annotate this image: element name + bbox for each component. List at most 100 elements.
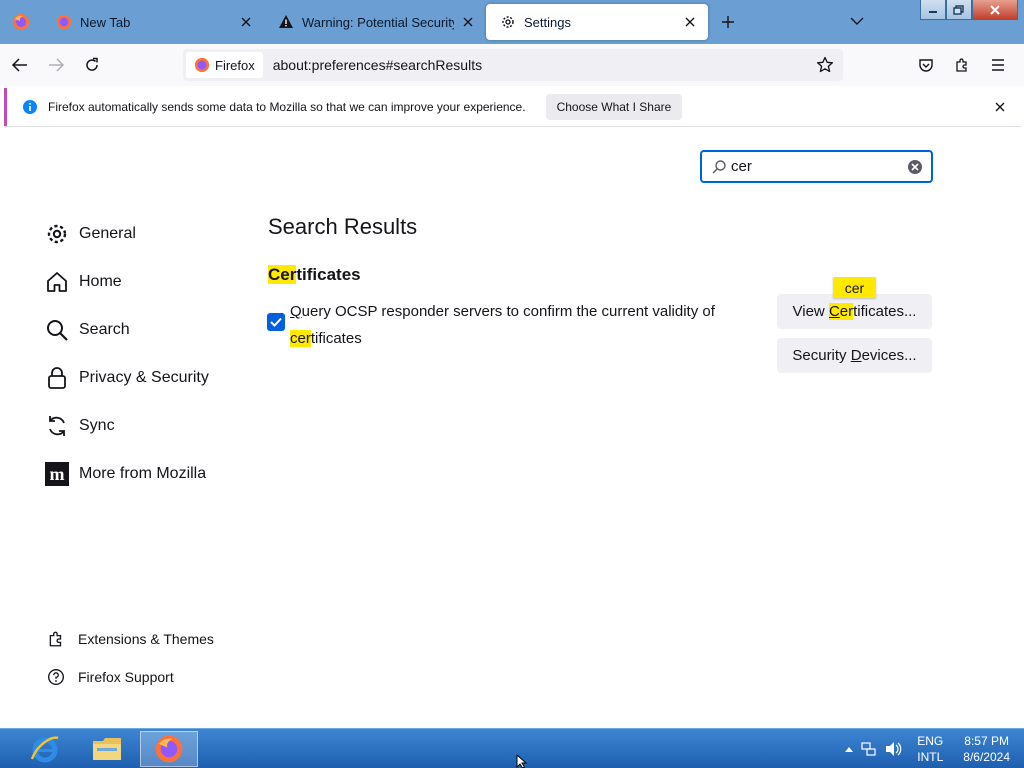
identity-label: Firefox	[215, 57, 255, 73]
sidebar-item-label: Home	[79, 273, 122, 290]
new-tab-button[interactable]	[708, 4, 748, 40]
input-language[interactable]: ENG INTL	[917, 733, 943, 765]
sidebar-item-more-from-mozilla[interactable]: m More from Mozilla	[44, 450, 244, 498]
firefox-logo-icon	[13, 14, 29, 30]
search-highlight: cer	[290, 330, 311, 347]
mouse-cursor-icon	[516, 755, 528, 768]
search-icon	[712, 159, 726, 173]
sidebar-item-label: Privacy & Security	[79, 369, 209, 386]
puzzle-icon	[46, 629, 66, 649]
sidebar-item-privacy[interactable]: Privacy & Security	[44, 354, 244, 402]
extensions-button[interactable]	[946, 49, 978, 81]
sidebar-item-extensions-themes[interactable]: Extensions & Themes	[46, 620, 246, 658]
checkmark-icon	[270, 317, 282, 327]
sidebar-item-label: Firefox Support	[78, 669, 174, 685]
lock-icon	[44, 365, 70, 391]
close-icon[interactable]	[992, 99, 1008, 115]
close-icon	[990, 4, 1000, 15]
close-icon[interactable]	[460, 14, 476, 30]
certificates-section-title: Certificates	[268, 265, 361, 284]
volume-icon[interactable]	[885, 741, 903, 757]
windows-taskbar: ENG INTL 8:57 PM 8/6/2024	[0, 728, 1024, 768]
warning-icon	[279, 15, 293, 28]
sidebar-item-label: Sync	[79, 417, 115, 434]
svg-text:m: m	[50, 464, 65, 484]
toolbar-right	[906, 49, 1014, 81]
reload-icon	[86, 57, 98, 71]
sidebar-item-sync[interactable]: Sync	[44, 402, 244, 450]
sidebar-item-firefox-support[interactable]: Firefox Support	[46, 658, 246, 696]
close-icon[interactable]	[238, 14, 254, 30]
security-devices-button[interactable]: Security Devices...	[777, 338, 932, 373]
maximize-button[interactable]	[946, 0, 972, 20]
chevron-up-icon	[845, 747, 854, 752]
sidebar-item-label: More from Mozilla	[79, 465, 207, 482]
forward-button[interactable]	[40, 49, 72, 81]
reload-button[interactable]	[76, 49, 108, 81]
pocket-button[interactable]	[910, 49, 942, 81]
close-window-button[interactable]	[972, 0, 1018, 20]
data-collection-notification: Firefox automatically sends some data to…	[4, 88, 1022, 126]
close-icon[interactable]	[682, 14, 698, 30]
ocsp-checkbox[interactable]	[267, 313, 285, 331]
sidebar-item-home[interactable]: Home	[44, 258, 244, 306]
ocsp-checkbox-row: Query OCSP responder servers to confirm …	[267, 298, 737, 352]
navigation-toolbar: Firefox about:preferences#searchResults	[0, 44, 1024, 86]
arrow-left-icon	[11, 58, 27, 72]
puzzle-icon	[956, 58, 967, 72]
hamburger-menu-icon	[992, 59, 1004, 71]
identity-box[interactable]: Firefox	[186, 52, 263, 78]
internet-explorer-icon	[30, 736, 59, 763]
view-certificates-button[interactable]: View Cer tificates...	[777, 294, 932, 329]
back-button[interactable]	[4, 49, 36, 81]
choose-what-i-share-button[interactable]: Choose What I Share	[545, 94, 683, 120]
sidebar-item-search[interactable]: Search	[44, 306, 244, 354]
tab-security-warning[interactable]: Warning: Potential Security Risk	[264, 4, 486, 40]
firefox-logo-icon	[194, 57, 210, 73]
search-highlight: Cer	[268, 265, 297, 284]
arrow-right-icon	[49, 58, 65, 72]
restore-icon	[953, 4, 964, 15]
sidebar-item-label: General	[79, 225, 136, 242]
list-all-tabs-button[interactable]	[846, 10, 868, 32]
search-highlight: C	[828, 303, 840, 320]
tab-bar: New Tab Warning: Potential Security Risk…	[0, 0, 1024, 44]
tab-title: Warning: Potential Security Risk	[302, 14, 454, 30]
tab-title: Settings	[524, 14, 571, 30]
firefox-taskbar-button[interactable]	[140, 731, 198, 767]
tab-new-tab[interactable]: New Tab	[42, 4, 264, 40]
pocket-icon	[919, 59, 933, 72]
clear-search-icon[interactable]	[907, 159, 923, 175]
url-bar[interactable]: Firefox about:preferences#searchResults	[183, 49, 843, 81]
tab-settings[interactable]: Settings	[486, 4, 708, 40]
url-text[interactable]: about:preferences#searchResults	[273, 57, 482, 73]
sidebar-item-label: Extensions & Themes	[78, 631, 214, 647]
minimize-button[interactable]	[920, 0, 946, 20]
gear-icon	[44, 221, 70, 247]
tab-title: New Tab	[80, 14, 131, 30]
plus-icon	[722, 16, 734, 28]
internet-explorer-taskbar-button[interactable]	[16, 731, 74, 767]
bookmark-star-button[interactable]	[813, 53, 837, 77]
network-icon[interactable]	[861, 741, 877, 757]
firefox-logo-icon	[56, 14, 72, 30]
folder-icon	[93, 738, 121, 760]
search-match-tooltip: cer	[833, 277, 876, 298]
home-icon	[44, 269, 70, 295]
search-value: cer	[731, 158, 752, 175]
sidebar-item-label: Search	[79, 321, 130, 338]
app-menu-button[interactable]	[982, 49, 1014, 81]
firefox-logo-icon	[155, 735, 183, 763]
info-icon	[23, 100, 37, 114]
file-explorer-taskbar-button[interactable]	[78, 731, 136, 767]
show-hidden-icons-button[interactable]	[845, 746, 854, 752]
ocsp-checkbox-label[interactable]: Query OCSP responder servers to confirm …	[290, 298, 715, 352]
settings-search-input[interactable]: cer	[700, 150, 933, 183]
system-tray: ENG INTL 8:57 PM 8/6/2024	[841, 729, 1024, 768]
settings-sidebar: General Home Search Privacy & Security S…	[44, 210, 244, 498]
notification-text: Firefox automatically sends some data to…	[48, 100, 526, 114]
clock[interactable]: 8:57 PM 8/6/2024	[963, 733, 1010, 765]
firefox-view-button[interactable]	[0, 0, 42, 44]
page-title: Search Results	[268, 214, 418, 239]
sidebar-item-general[interactable]: General	[44, 210, 244, 258]
